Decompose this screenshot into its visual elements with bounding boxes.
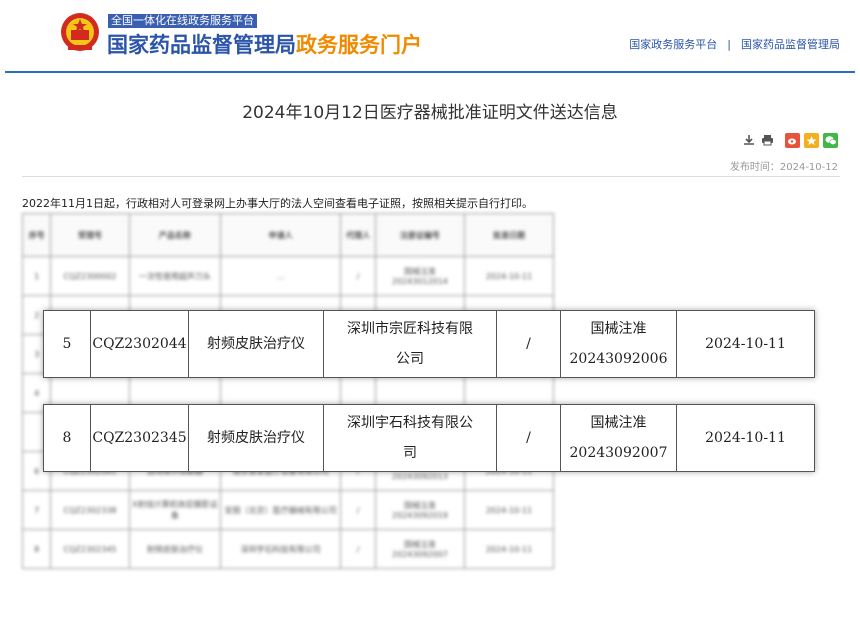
th-no: 序号 — [21, 213, 52, 257]
reg-line-1: 国械注准 — [590, 321, 647, 337]
reg-line-2: 20243092007 — [569, 445, 668, 461]
applicant-line-2: 公司 — [396, 351, 424, 367]
cell-reg-no: 国械注准 20243092006 — [560, 310, 677, 378]
cell-no: 5 — [43, 310, 91, 378]
highlighted-row-card: 5 CQZ2302044 射频皮肤治疗仪 深圳市宗匠科技有限 公司 / 国械注准 2… — [43, 310, 815, 378]
cell-applicant: 深圳宇石科技有限公司 — [323, 404, 497, 472]
table-cell: / — [340, 256, 376, 296]
cell-product: 射频皮肤治疗仪 — [188, 404, 324, 472]
table-cell: 国械注准20243092007 — [374, 529, 465, 569]
applicant-line-2: 司 — [403, 445, 417, 461]
table-cell: X射线计算机体层摄影设备 — [128, 490, 221, 530]
applicant-line-1: 深圳宇石科技有限公 — [347, 415, 473, 431]
highlighted-row-table: 5 CQZ2302044 射频皮肤治疗仪 深圳市宗匠科技有限 公司 / 国械注准 2… — [43, 310, 815, 378]
weibo-icon[interactable] — [785, 132, 800, 148]
applicant-line-1: 深圳市宗匠科技有限 — [347, 321, 473, 337]
approval-table: 序号 受理号 产品名称 申请人 代理人 注册证编号 批准日期 1 CQZ23000… — [21, 213, 555, 569]
national-emblem-icon — [61, 13, 99, 51]
table-header-row: 序号 受理号 产品名称 申请人 代理人 注册证编号 批准日期 — [21, 213, 555, 257]
table-cell: CQZ2300002 — [50, 256, 130, 296]
table-cell: 射频皮肤治疗仪 — [128, 529, 221, 569]
table-cell: 2024-10-11 — [463, 529, 555, 569]
site-title-accent: 政务服务门户 — [296, 33, 422, 57]
cell-date: 2024-10-11 — [676, 404, 815, 472]
table-row: 8 CQZ2302345 射频皮肤治疗仪 深圳宇石科技有限公司 / 国械注准 20… — [43, 404, 815, 472]
cell-accept-no: CQZ2302345 — [90, 404, 189, 472]
table-cell: 一次性使用超声刀头 — [128, 256, 221, 296]
cell-product: 射频皮肤治疗仪 — [188, 310, 324, 378]
th-date: 批准日期 — [463, 213, 555, 257]
notice-text: 2022年11月1日起，行政相对人可登录网上办事大厅的法人空间查看电子证照，按照… — [22, 197, 533, 210]
table-cell: / — [340, 490, 376, 530]
reg-line-2: 20243092006 — [569, 351, 668, 367]
top-links: 国家政务服务平台 | 国家药品监督管理局 — [629, 36, 840, 52]
cell-applicant: 深圳市宗匠科技有限 公司 — [323, 310, 497, 378]
cell-accept-no: CQZ2302044 — [90, 310, 189, 378]
header-rule — [5, 71, 855, 73]
table-cell: 深圳宇石科技有限公司 — [219, 529, 342, 569]
th-accept-no: 受理号 — [50, 213, 130, 257]
highlighted-row-table: 8 CQZ2302345 射频皮肤治疗仪 深圳宇石科技有限公司 / 国械注准 20… — [43, 404, 815, 472]
publish-time: 发布时间：2024-10-12 — [729, 162, 838, 173]
link-national-gov-service[interactable]: 国家政务服务平台 — [629, 38, 717, 51]
portal-subtitle: 全国一体化在线政务服务平台 — [108, 14, 257, 28]
table-cell: 国械注准20243012014 — [374, 256, 465, 296]
article-toolbar — [741, 132, 838, 148]
cell-date: 2024-10-11 — [676, 310, 815, 378]
wechat-icon[interactable] — [823, 132, 838, 148]
site-header: 全国一体化在线政务服务平台 国家药品监督管理局政务服务门户 国家政务服务平台 | 国… — [0, 0, 860, 73]
site-title-main: 国家药品监督管理局 — [107, 33, 296, 57]
table-row: 1 CQZ2300002 一次性使用超声刀头… / 国械注准20243012014 202… — [21, 256, 555, 296]
blurred-table: 序号 受理号 产品名称 申请人 代理人 注册证编号 批准日期 1 CQZ23000… — [21, 213, 555, 569]
th-reg-no: 注册证编号 — [374, 213, 465, 257]
th-product: 产品名称 — [128, 213, 221, 257]
site-title[interactable]: 国家药品监督管理局政务服务门户 — [107, 29, 422, 59]
table-cell: 8 — [21, 529, 52, 569]
table-cell: 2024-10-11 — [463, 490, 555, 530]
print-icon[interactable] — [760, 133, 775, 148]
table-cell: 安图（北京）医疗器械有限公司 — [219, 490, 342, 530]
cell-reg-no: 国械注准 20243092007 — [560, 404, 677, 472]
table-cell: / — [340, 529, 376, 569]
link-nmpa[interactable]: 国家药品监督管理局 — [741, 38, 840, 51]
table-cell: CQZ2302345 — [50, 529, 130, 569]
table-cell: 国械注准20243092019 — [374, 490, 465, 530]
highlighted-row-card: 8 CQZ2302345 射频皮肤治疗仪 深圳宇石科技有限公司 / 国械注准 20… — [43, 404, 815, 472]
th-applicant: 申请人 — [219, 213, 342, 257]
title-divider — [22, 176, 840, 177]
table-cell: … — [219, 256, 342, 296]
table-cell: 2024-10-11 — [463, 256, 555, 296]
table-row: 8 CQZ2302345 射频皮肤治疗仪 深圳宇石科技有限公司 / 国械注准2024309… — [21, 529, 555, 569]
download-icon[interactable] — [741, 133, 756, 148]
page-title: 2024年10月12日医疗器械批准证明文件送达信息 — [242, 103, 618, 123]
th-agent: 代理人 — [340, 213, 376, 257]
qzone-icon[interactable] — [804, 132, 819, 148]
reg-line-1: 国械注准 — [590, 415, 647, 431]
table-cell: 7 — [21, 490, 52, 530]
table-row: 5 CQZ2302044 射频皮肤治疗仪 深圳市宗匠科技有限 公司 / 国械注准 2… — [43, 310, 815, 378]
cell-no: 8 — [43, 404, 91, 472]
cell-agent: / — [496, 404, 561, 472]
cell-agent: / — [496, 310, 561, 378]
link-separator: | — [727, 38, 731, 51]
table-row: 7 CQZ2302338 X射线计算机体层摄影设备 安图（北京）医疗器械有限公司 / 国械… — [21, 490, 555, 530]
table-cell: CQZ2302338 — [50, 490, 130, 530]
table-cell: 1 — [21, 256, 52, 296]
